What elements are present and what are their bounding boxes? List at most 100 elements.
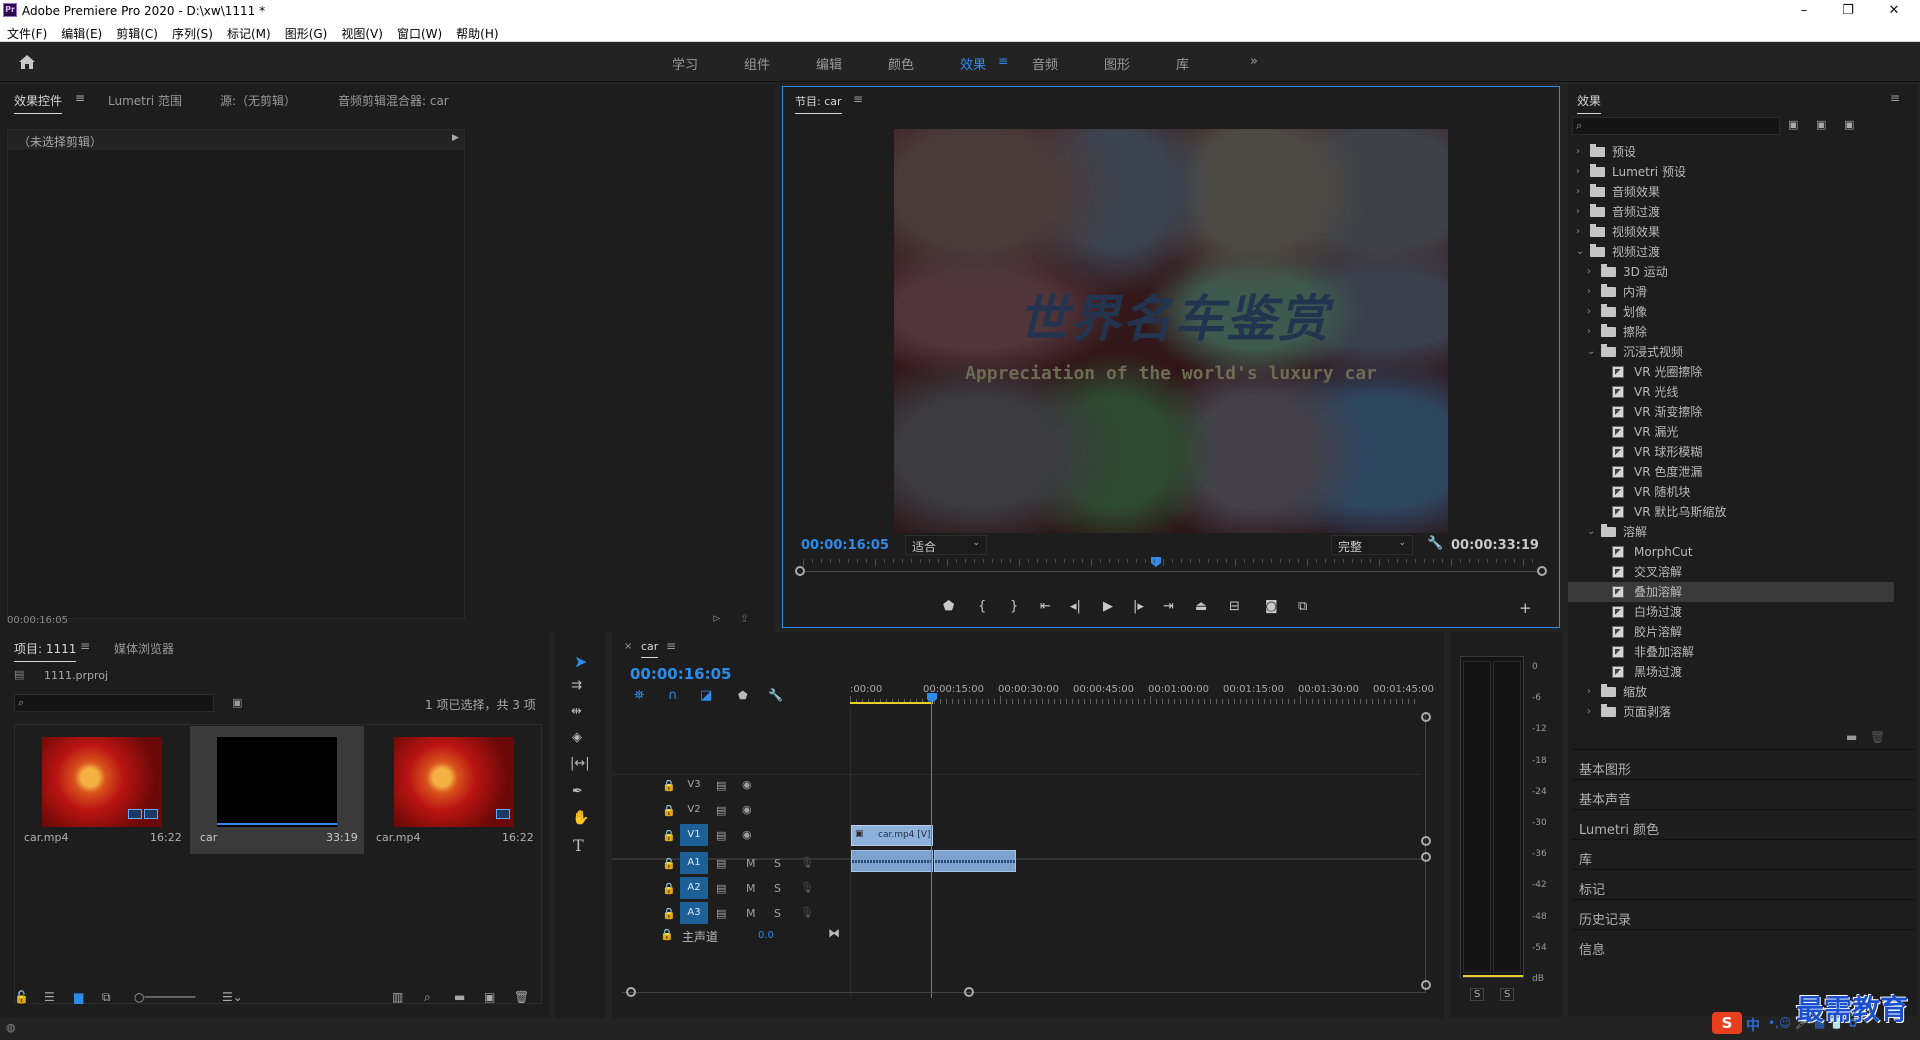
effects-folder-row[interactable]: › 内滑	[1568, 282, 1894, 302]
v-scroll-handle[interactable]	[1421, 852, 1431, 862]
effect-item-row[interactable]: 叠加溶解	[1568, 582, 1894, 602]
sync-lock-icon[interactable]: ▤	[716, 804, 726, 817]
project-item-thumbnail[interactable]	[394, 737, 514, 827]
solo-button[interactable]: S	[774, 907, 781, 920]
mark-out-icon[interactable]: }	[1010, 599, 1018, 614]
chevron-right-icon[interactable]: ›	[1576, 162, 1580, 182]
add-button-icon[interactable]: +	[1519, 599, 1532, 617]
workspace-menu-icon[interactable]: ≡	[998, 54, 1008, 68]
menu-edit[interactable]: 编辑(E)	[54, 22, 109, 42]
accelerated-effects-icon[interactable]: ▣	[1788, 118, 1798, 131]
solo-right-button[interactable]: S	[1500, 988, 1515, 1001]
delete-icon[interactable]: 🗑	[1870, 730, 1885, 744]
effects-folder-row[interactable]: › 预设	[1568, 142, 1894, 162]
effect-item-row[interactable]: MorphCut	[1568, 542, 1894, 562]
horizontal-scrollbar[interactable]	[622, 992, 1426, 993]
freeform-view-icon[interactable]: ⧉	[102, 990, 111, 1005]
menu-file[interactable]: 文件(F)	[0, 22, 54, 42]
chevron-right-icon[interactable]: ›	[1576, 202, 1580, 222]
chevron-right-icon[interactable]: ›	[1576, 142, 1580, 162]
automate-icon[interactable]: ▥	[392, 990, 403, 1004]
sync-lock-icon[interactable]: ▤	[716, 857, 726, 870]
chevron-right-icon[interactable]: ›	[1587, 302, 1591, 322]
lock-icon[interactable]: 🔓	[14, 990, 29, 1004]
mute-button[interactable]: M	[746, 882, 756, 895]
effect-item-row[interactable]: 非叠加溶解	[1568, 642, 1894, 662]
sync-lock-icon[interactable]: ▤	[716, 829, 726, 842]
effect-item-row[interactable]: VR 渐变擦除	[1568, 402, 1894, 422]
mute-button[interactable]: M	[746, 857, 756, 870]
extract-icon[interactable]: ⊟	[1229, 599, 1240, 614]
chevron-down-icon[interactable]: ⌄	[1587, 342, 1595, 362]
workspace-tab-graphics[interactable]: 图形	[1104, 54, 1130, 73]
chevron-down-icon[interactable]: ⌄	[1587, 522, 1595, 542]
track-lock-icon[interactable]: 🔒	[662, 857, 676, 870]
chevron-right-icon[interactable]: ›	[1587, 262, 1591, 282]
effects-folder-row[interactable]: ⌄ 视频过渡	[1568, 242, 1894, 262]
effect-item-row[interactable]: VR 漏光	[1568, 422, 1894, 442]
quality-dropdown[interactable]: 完整 ⌄	[1331, 535, 1413, 555]
scrubber-start-handle[interactable]	[795, 566, 805, 576]
clear-icon[interactable]: 🗑	[514, 990, 529, 1004]
effects-folder-row[interactable]: › 缩放	[1568, 682, 1894, 702]
list-view-icon[interactable]: ☰	[44, 990, 55, 1004]
step-forward-icon[interactable]: |▸	[1133, 599, 1144, 614]
panel-markers[interactable]: 标记	[1572, 869, 1916, 899]
timeline-ruler[interactable]: :00:00 00:00:15:00 00:00:30:00 00:00:45:00 0…	[850, 676, 1434, 704]
effects-folder-row[interactable]: ⌄ 溶解	[1568, 522, 1894, 542]
workspace-tab-effects[interactable]: 效果	[960, 54, 986, 73]
ime-mode[interactable]: 中	[1746, 1015, 1760, 1035]
yuv-effects-icon[interactable]: ▣	[1844, 118, 1854, 131]
eye-icon[interactable]: ◉	[742, 828, 752, 841]
snap-icon[interactable]: ∩	[668, 688, 678, 703]
fit-dropdown[interactable]: 适合 ⌄	[905, 535, 987, 555]
zoom-slider-icon[interactable]: ○───────	[134, 990, 195, 1004]
menu-graphics[interactable]: 图形(G)	[278, 22, 335, 42]
panel-lumetri-color[interactable]: Lumetri 颜色	[1572, 809, 1916, 839]
menu-marker[interactable]: 标记(M)	[220, 22, 278, 42]
track-lock-icon[interactable]: 🔒	[662, 829, 676, 842]
maximize-button[interactable]: ❐	[1826, 1, 1870, 21]
track-select-tool-icon[interactable]: ⇉	[571, 678, 582, 693]
sync-lock-icon[interactable]: ▤	[716, 779, 726, 792]
effect-item-row[interactable]: 白场过渡	[1568, 602, 1894, 622]
menu-view[interactable]: 视图(V)	[334, 22, 390, 42]
track-lock-icon[interactable]: 🔒	[662, 804, 676, 817]
type-tool-icon[interactable]: T	[573, 836, 584, 855]
chevron-right-icon[interactable]: ›	[1587, 282, 1591, 302]
track-header-v3[interactable]: V3	[680, 774, 708, 796]
workspace-tab-libraries[interactable]: 库	[1176, 54, 1189, 73]
razor-tool-icon[interactable]: ◈	[572, 730, 582, 745]
effect-item-row[interactable]: 胶片溶解	[1568, 622, 1894, 642]
h-scroll-start-handle[interactable]	[626, 987, 636, 997]
effects-folder-row[interactable]: › 划像	[1568, 302, 1894, 322]
effect-item-row[interactable]: VR 球形模糊	[1568, 442, 1894, 462]
effects-folder-row[interactable]: › 音频效果	[1568, 182, 1894, 202]
menu-help[interactable]: 帮助(H)	[449, 22, 505, 42]
v-scroll-handle[interactable]	[1421, 980, 1431, 990]
workspace-tab-assembly[interactable]: 组件	[744, 54, 770, 73]
timeline-timecode[interactable]: 00:00:16:05	[630, 665, 732, 683]
tab-source[interactable]: 源:（无剪辑）	[220, 92, 296, 109]
play-icon[interactable]: ▶	[1103, 599, 1113, 614]
step-back-icon[interactable]: ◂|	[1070, 599, 1081, 614]
pen-tool-icon[interactable]: ✒	[572, 784, 583, 799]
project-item-name[interactable]: car	[200, 831, 217, 844]
workspace-tab-color[interactable]: 颜色	[888, 54, 914, 73]
wrench-icon[interactable]: 🔧	[1427, 536, 1443, 551]
ripple-edit-tool-icon[interactable]: ⇹	[571, 704, 582, 719]
more-workspaces-icon[interactable]: »	[1250, 54, 1258, 69]
nest-icon[interactable]: ⛯	[634, 688, 644, 703]
tab-lumetri-scopes[interactable]: Lumetri 范围	[108, 92, 182, 109]
effect-item-row[interactable]: 交叉溶解	[1568, 562, 1894, 582]
workspace-tab-audio[interactable]: 音频	[1032, 54, 1058, 73]
voiceover-record-icon[interactable]: 🎙	[800, 881, 814, 894]
32bit-effects-icon[interactable]: ▣	[1816, 118, 1826, 131]
effects-search-input[interactable]: ⌕	[1572, 117, 1780, 135]
menu-sequence[interactable]: 序列(S)	[165, 22, 220, 42]
audio-clip[interactable]	[851, 850, 933, 872]
timeline-sequence-tab[interactable]: car	[641, 640, 659, 658]
track-lock-icon[interactable]: 🔒	[662, 882, 676, 895]
effects-folder-row[interactable]: › 音频过渡	[1568, 202, 1894, 222]
project-item-name[interactable]: car.mp4	[376, 831, 421, 844]
